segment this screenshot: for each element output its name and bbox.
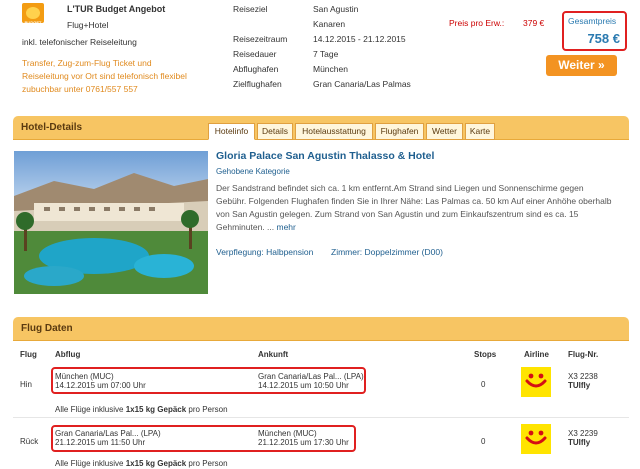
col-header-stops: Stops	[474, 350, 497, 359]
hotel-photo[interactable]	[14, 151, 208, 294]
price-per-person-value: 379 €	[523, 18, 545, 28]
hotel-name-link[interactable]: Gloria Palace San Agustin Thalasso & Hot…	[216, 150, 434, 162]
flight-data-bar: Flug Daten	[13, 317, 629, 341]
col-header-flug: Flug	[20, 350, 37, 359]
flight-data-title: Flug Daten	[21, 323, 73, 334]
baggage-text-pre: Alle Flüge inklusive	[55, 459, 126, 468]
col-header-flugnr: Flug-Nr.	[568, 350, 599, 359]
col-header-airline: Airline	[524, 350, 549, 359]
trip-value-duration: 7 Tage	[313, 49, 339, 59]
flight-return-baggage: Alle Flüge inklusive 1x15 kg Gepäck pro …	[55, 459, 228, 469]
total-price-value: 758 €	[587, 31, 620, 46]
tuifly-logo-icon	[521, 367, 551, 397]
offer-note: Transfer, Zug-zum-Flug Ticket und Reisel…	[22, 58, 187, 94]
hotel-description-text: Der Sandstrand befindet sich ca. 1 km en…	[216, 183, 612, 232]
flight-return-stops: 0	[481, 437, 486, 446]
hotel-category: Gehobene Kategorie	[216, 167, 290, 176]
col-header-abflug: Abflug	[55, 350, 81, 359]
hotel-details-title: Hotel-Details	[21, 122, 83, 133]
baggage-text-bold: 1x15 kg Gepäck	[125, 405, 187, 414]
offer-subtitle: Flug+Hotel	[67, 20, 109, 30]
trip-value-arrival-airport: Gran Canaria/Las Palmas	[313, 79, 411, 89]
trip-label-duration: Reisedauer	[233, 49, 277, 59]
trip-value-departure-airport: München	[313, 64, 348, 74]
trip-label-departure-airport: Abflughafen	[233, 64, 279, 74]
trip-value-destination: San Agustin	[313, 4, 359, 14]
baggage-text-bold: 1x15 kg Gepäck	[125, 459, 187, 468]
hotel-description: Der Sandstrand befindet sich ca. 1 km en…	[216, 182, 616, 234]
total-price-box: Gesamtpreis 758 €	[562, 11, 627, 51]
flight-outbound-airline: TUIfly	[568, 381, 591, 390]
flight-divider	[13, 417, 629, 418]
flight-return-dep-time: 21.12.2015 um 11:50 Uhr	[55, 438, 146, 447]
weiter-button[interactable]: Weiter »	[546, 55, 617, 76]
total-price-label: Gesamtpreis	[568, 16, 617, 26]
logo-sun-icon	[26, 7, 40, 19]
baggage-text-pre: Alle Flüge inklusive	[55, 405, 126, 414]
ltur-logo: BUDGET	[22, 3, 44, 25]
tab-hotelausstattung[interactable]: Hotelausstattung	[295, 123, 373, 140]
flight-outbound-arr-time: 14.12.2015 um 10:50 Uhr	[258, 381, 349, 390]
flight-outbound-baggage: Alle Flüge inklusive 1x15 kg Gepäck pro …	[55, 405, 228, 415]
flight-return-airline: TUIfly	[568, 438, 591, 447]
price-per-person-label: Preis pro Erw.:	[449, 18, 505, 28]
more-link[interactable]: mehr	[277, 222, 296, 232]
flight-outbound-dep-time: 14.12.2015 um 07:00 Uhr	[55, 381, 146, 390]
flight-direction-outbound: Hin	[20, 380, 33, 389]
baggage-text-post: pro Person	[186, 459, 228, 468]
tab-details[interactable]: Details	[257, 123, 293, 140]
hotel-photo-illustration	[14, 151, 208, 294]
offer-subtitle-guidance: inkl. telefonischer Reiseleitung	[22, 37, 137, 47]
trip-value-period: 14.12.2015 - 21.12.2015	[313, 34, 406, 44]
flight-outbound-stops: 0	[481, 380, 486, 389]
tab-karte[interactable]: Karte	[465, 123, 495, 140]
baggage-text-post: pro Person	[186, 405, 228, 414]
logo-text: BUDGET	[24, 20, 42, 25]
hotel-meal: Verpflegung: Halbpension	[216, 247, 314, 257]
trip-label-destination: Reiseziel	[233, 4, 268, 14]
offer-title: L'TUR Budget Angebot	[67, 4, 166, 14]
col-header-ankunft: Ankunft	[258, 350, 289, 359]
trip-label-arrival-airport: Zielflughafen	[233, 79, 282, 89]
flight-return-arr-time: 21.12.2015 um 17:30 Uhr	[258, 438, 349, 447]
tab-hotelinfo[interactable]: Hotelinfo	[208, 123, 255, 140]
tab-wetter[interactable]: Wetter	[426, 123, 463, 140]
hotel-room: Zimmer: Doppelzimmer (D00)	[331, 247, 443, 257]
trip-label-period: Reisezeitraum	[233, 34, 288, 44]
flight-direction-return: Rück	[20, 437, 39, 446]
tuifly-logo-icon	[521, 424, 551, 454]
tab-flughafen[interactable]: Flughafen	[375, 123, 424, 140]
trip-value-region: Kanaren	[313, 19, 346, 29]
